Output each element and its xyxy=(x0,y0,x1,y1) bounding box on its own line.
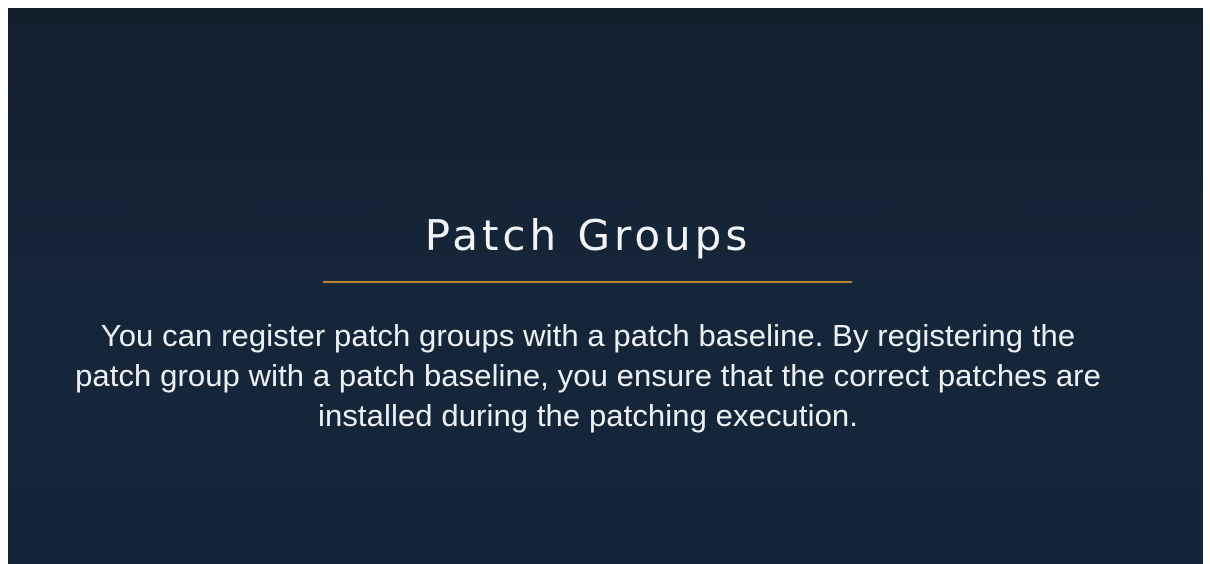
slide-title: Patch Groups xyxy=(424,211,752,260)
slide-frame: Patch Groups You can register patch grou… xyxy=(8,8,1203,564)
title-divider xyxy=(323,281,852,283)
slide-body-text: You can register patch groups with a pat… xyxy=(75,318,1101,433)
